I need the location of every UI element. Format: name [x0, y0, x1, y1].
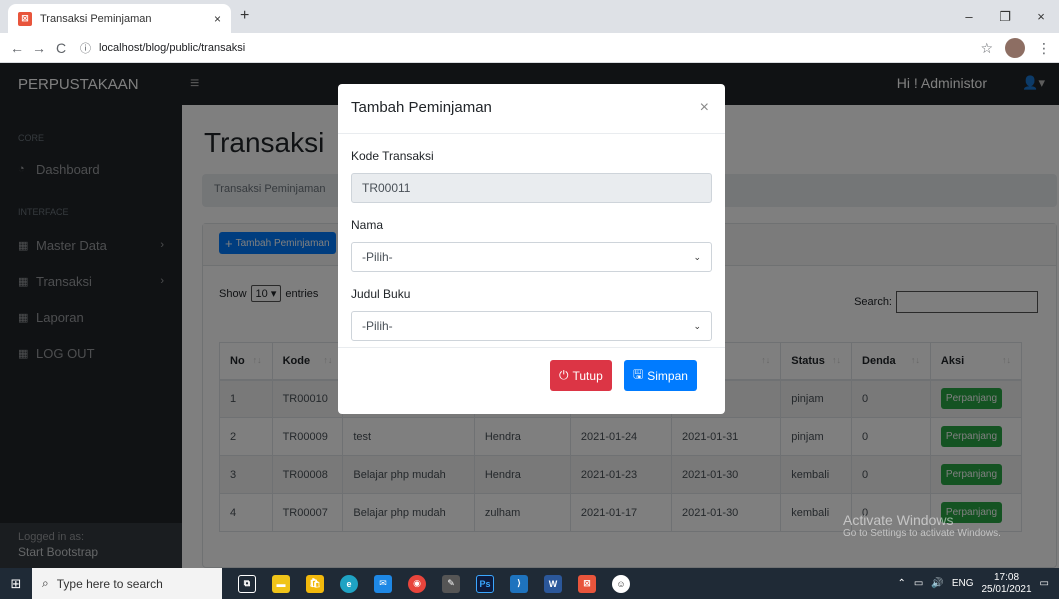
tutup-button[interactable]: ⏻ Tutup [550, 360, 612, 391]
chrome-icon[interactable]: ◉ [408, 574, 426, 593]
paint-icon[interactable]: ✎ [442, 574, 460, 593]
kode-transaksi-field: TR00011 [351, 173, 712, 203]
judul-select-value: -Pilih- [362, 319, 393, 333]
judul-buku-label: Judul Buku [351, 287, 411, 301]
maximize-button[interactable]: ❐ [987, 0, 1023, 33]
word-icon[interactable]: W [544, 574, 562, 593]
chevron-down-icon: ⌄ [693, 320, 701, 331]
activation-watermark: Activate Windows Go to Settings to activ… [843, 512, 1001, 539]
omnibox[interactable]: ⓘ localhost/blog/public/transaksi [80, 37, 979, 59]
emoji-app-icon[interactable]: ☺ [612, 574, 630, 593]
browser-tab[interactable]: ⊠ Transaksi Peminjaman × [8, 4, 231, 33]
taskbar-search-placeholder: Type here to search [56, 576, 163, 591]
nama-select-value: -Pilih- [362, 250, 393, 264]
taskbar: ⊞ ⌕ Type here to search ⧉ ▬ 🛍 e ✉ ◉ ✎ Ps… [0, 568, 1059, 599]
system-tray: ⌃ ▭ 🔊 ENG 17:08 25/01/2021 ▭ [898, 568, 1059, 599]
tutup-label: Tutup [572, 368, 603, 383]
modal-footer: ⏻ Tutup 🖫 Simpan [338, 347, 725, 414]
modal-title: Tambah Peminjaman [351, 99, 492, 116]
store-icon[interactable]: 🛍 [306, 574, 324, 593]
browser-tabstrip: ⊠ Transaksi Peminjaman × + – ❐ × [0, 0, 1059, 33]
close-icon[interactable]: × [700, 99, 709, 117]
clock-date: 25/01/2021 [981, 583, 1032, 595]
new-tab-button[interactable]: + [240, 7, 249, 25]
bookmark-star-icon[interactable]: ☆ [980, 40, 993, 57]
taskbar-apps: ⧉ ▬ 🛍 e ✉ ◉ ✎ Ps ⟩ W ⊠ ☺ [238, 574, 630, 593]
battery-icon[interactable]: ▭ [914, 578, 923, 589]
tray-chevron-icon[interactable]: ⌃ [898, 578, 906, 589]
tab-close-icon[interactable]: × [214, 12, 221, 26]
windows-start-icon[interactable]: ⊞ [0, 576, 32, 592]
language-indicator[interactable]: ENG [952, 578, 974, 589]
watermark-line1: Activate Windows [843, 512, 954, 528]
search-icon: ⌕ [42, 576, 49, 590]
notification-icon[interactable]: ▭ [1040, 578, 1049, 589]
window-controls: – ❐ × [951, 0, 1059, 33]
task-view-icon[interactable]: ⧉ [238, 574, 256, 593]
add-loan-modal: Tambah Peminjaman × Kode Transaksi TR000… [338, 84, 725, 414]
nama-select[interactable]: -Pilih- ⌄ [351, 242, 712, 272]
url-text[interactable]: localhost/blog/public/transaksi [99, 42, 245, 54]
power-icon: ⏻ [559, 368, 569, 382]
file-explorer-icon[interactable]: ▬ [272, 574, 290, 593]
close-window-button[interactable]: × [1023, 0, 1059, 33]
back-icon[interactable]: ← [6, 40, 28, 56]
xampp-icon[interactable]: ⊠ [578, 574, 596, 593]
taskbar-search[interactable]: ⌕ Type here to search [32, 568, 222, 599]
tab-title: Transaksi Peminjaman [40, 12, 152, 25]
save-icon: 🖫 [633, 367, 644, 381]
chevron-down-icon: ⌄ [693, 251, 701, 262]
edge-icon[interactable]: e [340, 574, 358, 593]
reload-icon[interactable]: C [50, 40, 72, 56]
clock[interactable]: 17:08 25/01/2021 [981, 572, 1031, 596]
watermark-line2: Go to Settings to activate Windows. [843, 528, 1001, 539]
minimize-button[interactable]: – [951, 0, 987, 33]
modal-header: Tambah Peminjaman × [338, 84, 725, 134]
address-bar-actions: ☆ ⋮ [980, 38, 1051, 58]
simpan-label: Simpan [647, 368, 688, 383]
vscode-icon[interactable]: ⟩ [510, 574, 528, 593]
address-bar: ← → C ⓘ localhost/blog/public/transaksi … [0, 33, 1059, 63]
simpan-button[interactable]: 🖫 Simpan [624, 360, 697, 391]
nama-label: Nama [351, 218, 384, 232]
kode-transaksi-label: Kode Transaksi [351, 149, 434, 163]
judul-buku-select[interactable]: -Pilih- ⌄ [351, 311, 712, 341]
menu-kebab-icon[interactable]: ⋮ [1037, 40, 1051, 57]
photoshop-icon[interactable]: Ps [476, 574, 494, 593]
info-icon[interactable]: ⓘ [80, 40, 91, 56]
mail-icon[interactable]: ✉ [374, 574, 392, 593]
forward-icon[interactable]: → [28, 40, 50, 56]
favicon-icon: ⊠ [18, 11, 32, 26]
clock-time: 17:08 [994, 571, 1020, 583]
profile-avatar[interactable] [1005, 38, 1025, 58]
volume-icon[interactable]: 🔊 [931, 578, 943, 589]
modal-body: Kode Transaksi TR00011 Nama -Pilih- ⌄ Ju… [338, 149, 725, 341]
